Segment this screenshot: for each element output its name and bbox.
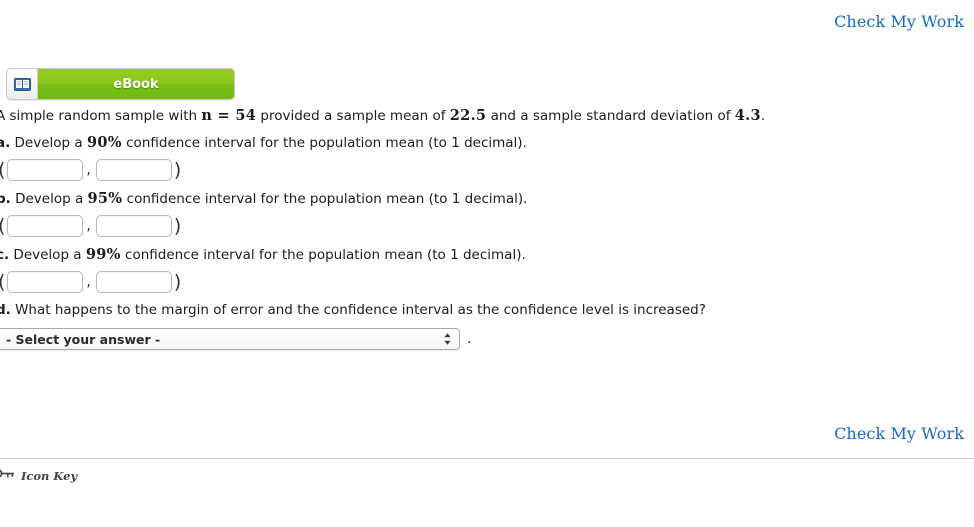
close-paren-a: ) (173, 159, 182, 181)
part-a-text-before: Develop a (10, 135, 87, 151)
lower-bound-input-a[interactable] (7, 159, 84, 181)
sample-sd-value: 4.3 (734, 107, 761, 124)
lower-bound-input-b[interactable] (7, 215, 84, 237)
stepper-arrows-icon (443, 332, 456, 346)
part-c-marker: c. (0, 247, 10, 263)
icon-key-label: Icon Key (21, 468, 78, 483)
part-c-confidence-level: 99% (85, 246, 121, 263)
answer-select-d-value: - Select your answer - (6, 331, 161, 347)
question-part-c: c. Develop a 99% confidence interval for… (0, 246, 526, 263)
close-paren-b: ) (173, 215, 182, 237)
part-b-marker: b. (0, 191, 11, 207)
ebook-button[interactable]: eBook (6, 68, 235, 100)
question-part-d: d. What happens to the margin of error a… (0, 302, 706, 318)
upper-bound-input-a[interactable] (95, 159, 172, 181)
open-paren-c: ( (0, 271, 7, 293)
part-b-text-after: confidence interval for the population m… (122, 191, 528, 207)
check-my-work-link-top[interactable]: Check My Work (834, 12, 964, 31)
answer-row-c: ( , ) (0, 271, 183, 293)
icon-key[interactable]: Icon Key (0, 468, 77, 483)
footer-divider (0, 458, 974, 459)
intro-text-before-n: A simple random sample with (0, 108, 202, 124)
sample-size-symbol: n = 54 (201, 107, 257, 124)
check-my-work-link-bottom[interactable]: Check My Work (834, 424, 964, 443)
question-part-b: b. Develop a 95% confidence interval for… (0, 190, 527, 207)
question-part-a: a. Develop a 90% confidence interval for… (0, 134, 527, 151)
ebook-button-label: eBook (38, 69, 234, 99)
key-icon (0, 468, 16, 483)
trailing-period-d: . (467, 331, 472, 347)
upper-bound-input-b[interactable] (95, 215, 172, 237)
comma-separator-b: , (86, 218, 91, 234)
open-book-icon (7, 69, 38, 99)
comma-separator-c: , (86, 274, 91, 290)
answer-row-d: - Select your answer - . (0, 328, 471, 350)
sample-mean-value: 22.5 (449, 107, 487, 124)
part-a-text-after: confidence interval for the population m… (121, 135, 527, 151)
part-d-marker: d. (0, 302, 11, 318)
answer-select-d[interactable]: - Select your answer - (0, 328, 460, 350)
part-c-text-after: confidence interval for the population m… (120, 247, 526, 263)
part-d-text: What happens to the margin of error and … (10, 302, 706, 318)
upper-bound-input-c[interactable] (95, 271, 172, 293)
intro-text-after-n: provided a sample mean of (256, 108, 450, 124)
part-c-text-before: Develop a (9, 247, 86, 263)
intro-period: . (760, 108, 766, 124)
answer-row-a: ( , ) (0, 159, 183, 181)
intro-text-after-mean: and a sample standard deviation of (486, 108, 735, 124)
part-b-text-before: Develop a (10, 191, 88, 207)
lower-bound-input-c[interactable] (7, 271, 84, 293)
problem-intro-text: A simple random sample with n = 54 provi… (0, 107, 765, 124)
close-paren-c: ) (173, 271, 182, 293)
part-a-marker: a. (0, 135, 11, 151)
open-paren-a: ( (0, 159, 7, 181)
part-b-confidence-level: 95% (87, 190, 123, 207)
comma-separator-a: , (86, 162, 91, 178)
part-a-confidence-level: 90% (86, 134, 122, 151)
answer-row-b: ( , ) (0, 215, 183, 237)
open-paren-b: ( (0, 215, 7, 237)
